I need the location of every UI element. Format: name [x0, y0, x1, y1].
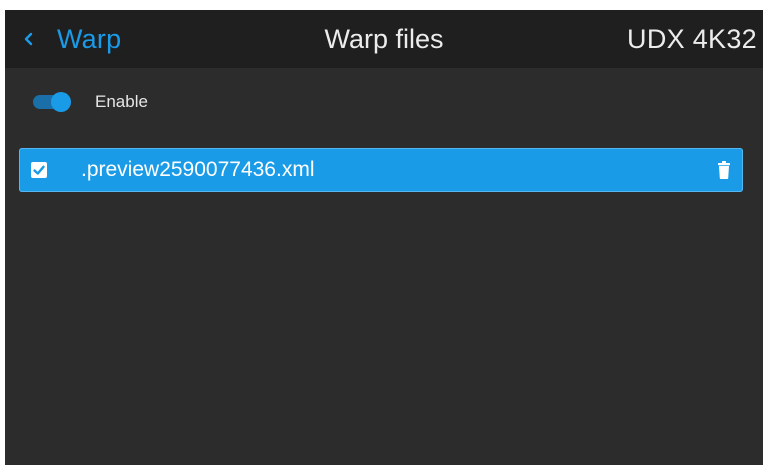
trash-icon[interactable] — [717, 161, 731, 179]
file-list-item[interactable]: .preview2590077436.xml — [19, 148, 743, 192]
device-name: UDX 4K32 — [627, 24, 757, 54]
header-bar: Warp Warp files UDX 4K32 — [5, 10, 763, 68]
enable-toggle[interactable] — [33, 92, 71, 112]
enable-label: Enable — [95, 92, 148, 111]
warp-files-screen: Warp Warp files UDX 4K32 Enable .preview… — [5, 10, 763, 465]
enable-setting: Enable — [33, 90, 148, 114]
checkbox-checked-icon[interactable] — [31, 162, 47, 178]
back-button-label: Warp — [57, 23, 122, 54]
chevron-left-icon — [23, 10, 45, 68]
file-name: .preview2590077436.xml — [81, 158, 315, 181]
toggle-knob — [51, 92, 71, 112]
back-button[interactable]: Warp — [23, 10, 121, 68]
